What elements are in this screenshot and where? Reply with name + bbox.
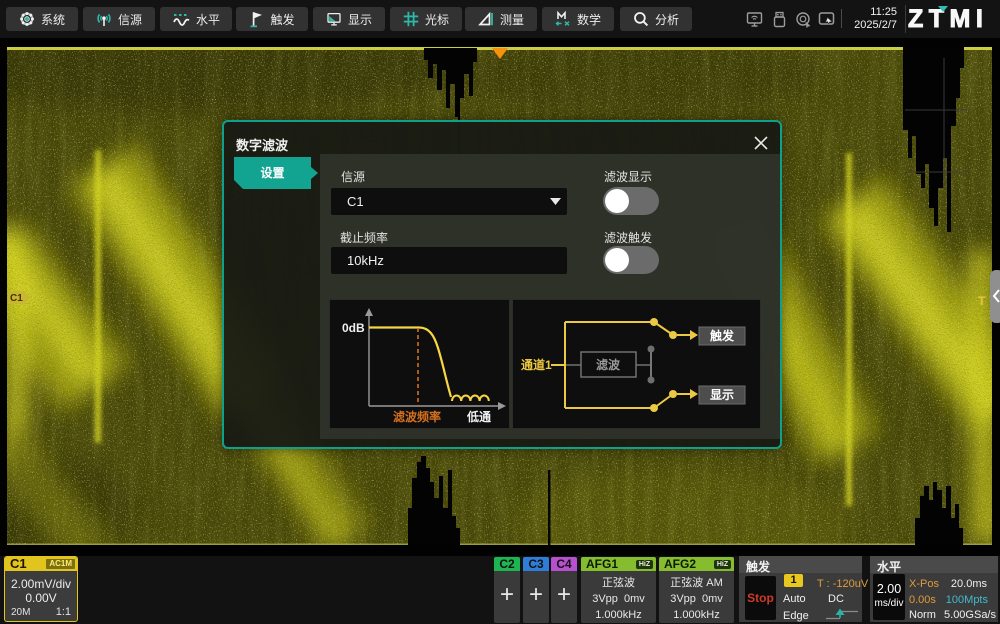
svg-text:T: T — [978, 294, 986, 308]
svg-text:滤波: 滤波 — [596, 357, 621, 372]
svg-text:0dB: 0dB — [342, 321, 365, 335]
svg-text:触发: 触发 — [710, 328, 735, 343]
svg-text:滤波频率: 滤波频率 — [393, 409, 441, 424]
svg-text:通道1: 通道1 — [521, 357, 552, 372]
svg-text:C1: C1 — [10, 293, 23, 304]
svg-text:显示: 显示 — [710, 388, 734, 402]
svg-text:低通: 低通 — [466, 409, 491, 424]
